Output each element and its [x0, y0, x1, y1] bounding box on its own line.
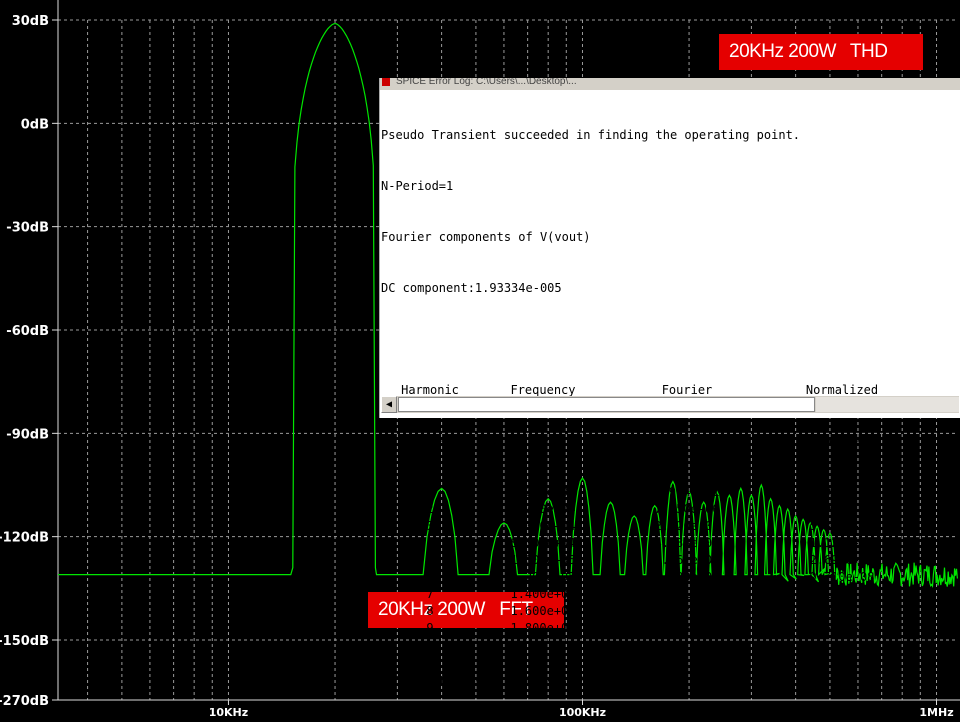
table-cell: 5.374e-08: [809, 519, 875, 533]
table-cell: 1.200e+05: [510, 570, 576, 584]
thd-tag: 20KHz 200W THD: [719, 34, 923, 70]
table-row: 2 4.000e+04 7.850e-06 1.990e-07: [381, 501, 917, 518]
table-cell: 2: [426, 502, 434, 516]
table-cell: 4: [426, 536, 434, 550]
scroll-left-icon[interactable]: ◀: [381, 396, 397, 413]
table-cell: 6.463e-06: [654, 621, 720, 635]
table-cell: 1: [426, 485, 434, 499]
table-cell: 1.639e-07: [809, 621, 875, 635]
table-row: 8 1.600e+05 3.577e-06 9.070e-08: [381, 603, 917, 620]
table-cell: 5: [426, 553, 434, 567]
table-cell: 3.944e+01: [654, 485, 720, 499]
y-tick-label: -270dB: [0, 694, 49, 709]
app-icon: [382, 78, 390, 86]
table-row: 4 8.000e+04 4.438e-06 1.125e-07: [381, 535, 917, 552]
log-line: Fourier components of V(vout): [381, 230, 591, 244]
table-cell: 1.000e+05: [510, 553, 576, 567]
log-line: Pseudo Transient succeeded in finding th…: [381, 128, 801, 142]
y-tick-label: -120dB: [0, 531, 49, 546]
table-cell: 2.120e-06: [654, 519, 720, 533]
table-row: 6 1.200e+05 3.830e-06 9.710e-08: [381, 569, 917, 586]
table-cell: 1.600e+05: [510, 604, 576, 618]
log-title: SPICE Error Log: C:\Users\...\Desktop\..…: [396, 78, 577, 87]
table-cell: 3.830e-06: [654, 570, 720, 584]
table-cell: 3: [426, 519, 434, 533]
y-tick-label: -30dB: [6, 221, 49, 236]
thd-result: Total Harmonic Distortion: 0.000042%: [381, 672, 642, 686]
y-tick-label: -150dB: [0, 634, 49, 649]
table-cell: 4.000e+04: [510, 502, 576, 516]
table-cell: 9.710e-08: [809, 570, 875, 584]
table-row: 1 2.000e+04 3.944e+01 1.000e+00: [381, 484, 917, 501]
table-cell: 2.000e+04: [510, 485, 576, 499]
table-cell: 1.000e+00: [809, 485, 875, 499]
table-cell: 2.441e-06: [654, 587, 720, 601]
table-cell: 1.800e+05: [510, 621, 576, 635]
table-cell: 7.850e-06: [654, 502, 720, 516]
table-row: 7 1.400e+05 2.441e-06 6.189e-08: [381, 586, 917, 603]
table-cell: 9.070e-08: [809, 604, 875, 618]
table-cell: 1.125e-07: [809, 536, 875, 550]
log-line: DC component:1.93334e-005: [381, 281, 562, 295]
harmonic-table: 1 2.000e+04 3.944e+01 1.000e+00 2 4.000e+04 7.…: [381, 484, 917, 637]
y-tick-label: 0dB: [21, 117, 49, 132]
table-cell: 6.189e-08: [809, 587, 875, 601]
table-cell: 8.000e+04: [510, 536, 576, 550]
table-cell: 4.438e-06: [654, 536, 720, 550]
horizontal-scrollbar[interactable]: ◀: [381, 396, 959, 413]
table-cell: 9: [426, 621, 434, 635]
x-tick-label: 10KHz: [209, 706, 248, 719]
x-tick-label: 1MHz: [919, 706, 953, 719]
table-cell: 2.690e-07: [809, 553, 875, 567]
table-row: 9 1.800e+05 6.463e-06 1.639e-07: [381, 620, 917, 637]
scrollbar-track[interactable]: [816, 397, 959, 412]
table-header: Number [Hz] Component Component: [408, 434, 875, 448]
table-cell: 1.990e-07: [809, 502, 875, 516]
scrollbar-thumb[interactable]: [398, 397, 815, 412]
table-cell: 3.577e-06: [654, 604, 720, 618]
table-cell: 6.000e+04: [510, 519, 576, 533]
table-cell: 8: [426, 604, 434, 618]
table-cell: 7: [426, 587, 434, 601]
y-tick-label: 30dB: [12, 14, 49, 29]
y-tick-label: -60dB: [6, 324, 49, 339]
table-cell: 1.400e+05: [510, 587, 576, 601]
table-cell: 1.061e-05: [654, 553, 720, 567]
y-tick-label: -90dB: [6, 427, 49, 442]
log-title-bar[interactable]: SPICE Error Log: C:\Users\...\Desktop\..…: [380, 78, 960, 90]
table-cell: 6: [426, 570, 434, 584]
spice-error-log-window: SPICE Error Log: C:\Users\...\Desktop\..…: [379, 78, 960, 686]
table-row: 3 6.000e+04 2.120e-06 5.374e-08: [381, 518, 917, 535]
table-row: 5 1.000e+05 1.061e-05 2.690e-07: [381, 552, 917, 569]
log-line: N-Period=1: [381, 179, 454, 193]
y-axis-labels: 30dB 0dB -30dB -60dB -90dB -120dB -150dB -270dB: [0, 14, 49, 709]
